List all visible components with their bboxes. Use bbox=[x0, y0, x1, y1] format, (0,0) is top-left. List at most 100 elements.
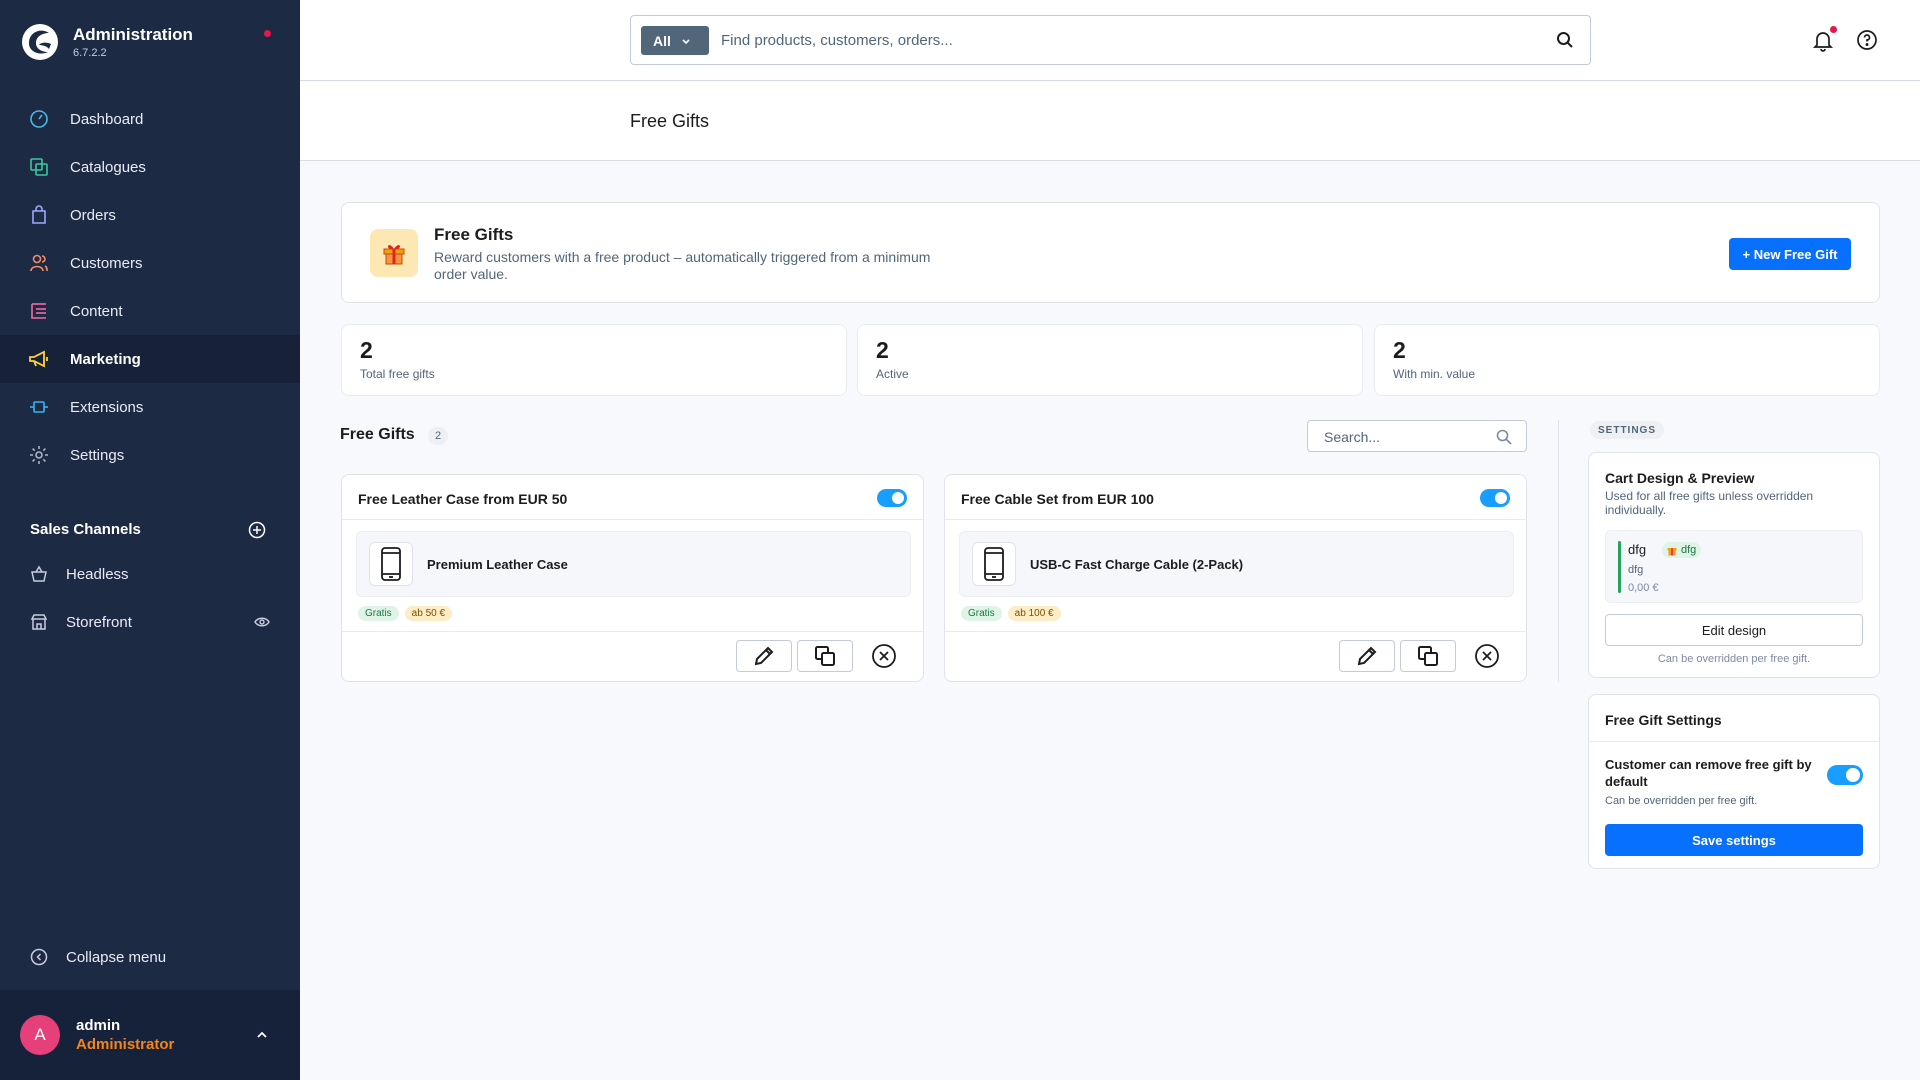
content-icon bbox=[28, 300, 50, 322]
stat-label: Total free gifts bbox=[360, 367, 435, 381]
channel-item-storefront[interactable]: Storefront bbox=[0, 598, 300, 646]
gift-card: Free Leather Case from EUR 50 Premium Le… bbox=[341, 474, 924, 682]
avatar: A bbox=[20, 1015, 60, 1055]
stat-value: 2 bbox=[876, 337, 889, 363]
preview-badge: dfg bbox=[1662, 542, 1702, 558]
edit-button[interactable] bbox=[1339, 640, 1395, 672]
panel-note: Can be overridden per free gift. bbox=[1657, 653, 1811, 665]
search-type-dropdown[interactable]: All bbox=[641, 26, 709, 55]
edit-button[interactable] bbox=[736, 640, 792, 672]
nav-item-customers[interactable]: Customers bbox=[0, 239, 300, 287]
close-circle-icon bbox=[1475, 644, 1499, 668]
basket-icon bbox=[30, 563, 48, 585]
preview-subtitle: dfg bbox=[1628, 564, 1644, 576]
notification-dot bbox=[264, 30, 271, 37]
delete-button[interactable] bbox=[870, 642, 898, 670]
channel-label: Storefront bbox=[66, 613, 132, 631]
phone-icon bbox=[369, 542, 413, 586]
settings-section-label: SETTINGS bbox=[1590, 421, 1665, 439]
gift-icon bbox=[1667, 548, 1677, 556]
search-icon[interactable] bbox=[1496, 429, 1512, 445]
brand[interactable]: Administration 6.7.2.2 bbox=[20, 22, 193, 62]
search-type-label: All bbox=[653, 32, 671, 49]
user-menu[interactable]: A admin Administrator bbox=[0, 990, 300, 1080]
gift-title: Free Leather Case from EUR 50 bbox=[358, 491, 568, 507]
collapse-menu-button[interactable]: Collapse menu bbox=[30, 946, 166, 968]
hero-description: Reward customers with a free product – a… bbox=[434, 249, 931, 282]
chevron-up-icon[interactable] bbox=[255, 1028, 269, 1042]
preview-name: dfg bbox=[1628, 542, 1647, 557]
panel-title: Cart Design & Preview bbox=[1605, 470, 1755, 486]
nav-item-catalogues[interactable]: Catalogues bbox=[0, 143, 300, 191]
channel-item-headless[interactable]: Headless bbox=[0, 550, 300, 598]
free-gifts-hero: Free Gifts Reward customers with a free … bbox=[341, 202, 1880, 303]
new-free-gift-button[interactable]: + New Free Gift bbox=[1729, 238, 1851, 270]
nav-label: Extensions bbox=[70, 398, 144, 416]
stat-value: 2 bbox=[1393, 337, 1406, 363]
badge-free: Gratis bbox=[358, 606, 399, 621]
search-icon[interactable] bbox=[1556, 31, 1574, 49]
help-icon[interactable] bbox=[1856, 29, 1878, 51]
nav-item-dashboard[interactable]: Dashboard bbox=[0, 95, 300, 143]
gift-icon bbox=[370, 229, 418, 277]
product-name: USB-C Fast Charge Cable (2-Pack) bbox=[1030, 557, 1244, 572]
brand-title: Administration bbox=[73, 25, 193, 44]
divider bbox=[945, 631, 1526, 632]
page-header: Free Gifts bbox=[300, 82, 1920, 161]
panel-subtitle: Used for all free gifts unless overridde… bbox=[1605, 489, 1814, 517]
badge-min-value: ab 100 € bbox=[1007, 606, 1061, 621]
nav-item-settings[interactable]: Settings bbox=[0, 431, 300, 479]
copy-icon bbox=[1418, 646, 1438, 666]
catalogues-icon bbox=[28, 156, 50, 178]
orders-icon bbox=[28, 204, 50, 226]
gift-active-toggle[interactable] bbox=[1480, 489, 1510, 507]
hero-title: Free Gifts bbox=[434, 225, 514, 244]
panel-title: Free Gift Settings bbox=[1605, 712, 1722, 728]
delete-button[interactable] bbox=[1473, 642, 1501, 670]
edit-design-button[interactable]: Edit design bbox=[1605, 614, 1863, 646]
gift-product: USB-C Fast Charge Cable (2-Pack) bbox=[959, 531, 1514, 597]
nav-item-marketing[interactable]: Marketing bbox=[0, 335, 300, 383]
duplicate-button[interactable] bbox=[797, 640, 853, 672]
chevron-down-icon bbox=[682, 38, 690, 44]
nav-item-content[interactable]: Content bbox=[0, 287, 300, 335]
sales-channels-title: Sales Channels bbox=[30, 521, 141, 538]
nav-item-extensions[interactable]: Extensions bbox=[0, 383, 300, 431]
dashboard-icon bbox=[28, 108, 50, 130]
notification-badge bbox=[1830, 26, 1837, 33]
main-nav: Dashboard Catalogues Orders Customers Co… bbox=[0, 95, 300, 479]
list-search-input[interactable] bbox=[1324, 427, 1484, 447]
eye-icon[interactable] bbox=[254, 615, 270, 629]
global-search-input[interactable] bbox=[721, 28, 1521, 52]
badge-min-value: ab 50 € bbox=[404, 606, 453, 621]
gift-badges: Gratis ab 50 € bbox=[358, 606, 458, 621]
megaphone-icon bbox=[28, 348, 50, 370]
nav-item-orders[interactable]: Orders bbox=[0, 191, 300, 239]
gift-active-toggle[interactable] bbox=[877, 489, 907, 507]
preview-price: 0,00 € bbox=[1628, 582, 1659, 594]
sidebar: Administration 6.7.2.2 Dashboard Catalog… bbox=[0, 0, 300, 1080]
add-channel-icon[interactable] bbox=[248, 521, 266, 539]
duplicate-button[interactable] bbox=[1400, 640, 1456, 672]
topbar: All bbox=[300, 0, 1920, 81]
collapse-label: Collapse menu bbox=[66, 948, 167, 966]
gift-badges: Gratis ab 100 € bbox=[961, 606, 1067, 621]
nav-label: Dashboard bbox=[70, 110, 144, 128]
extensions-icon bbox=[28, 396, 50, 418]
preview-badge-label: dfg bbox=[1681, 544, 1697, 556]
stat-label: Active bbox=[876, 367, 909, 381]
gift-title: Free Cable Set from EUR 100 bbox=[961, 491, 1154, 507]
gift-product: Premium Leather Case bbox=[356, 531, 911, 597]
nav-label: Catalogues bbox=[70, 158, 146, 176]
close-circle-icon bbox=[872, 644, 896, 668]
gift-card-header: Free Cable Set from EUR 100 bbox=[945, 475, 1526, 520]
save-settings-button[interactable]: Save settings bbox=[1605, 824, 1863, 856]
user-name: admin bbox=[76, 1017, 121, 1034]
divider bbox=[342, 631, 923, 632]
badge-free: Gratis bbox=[961, 606, 1002, 621]
stat-card-min-value: 2 With min. value bbox=[1374, 324, 1880, 396]
setting-note: Can be overridden per free gift. bbox=[1605, 795, 1758, 807]
stat-label: With min. value bbox=[1393, 367, 1476, 381]
product-name: Premium Leather Case bbox=[427, 557, 568, 572]
remove-gift-toggle[interactable] bbox=[1827, 765, 1863, 785]
